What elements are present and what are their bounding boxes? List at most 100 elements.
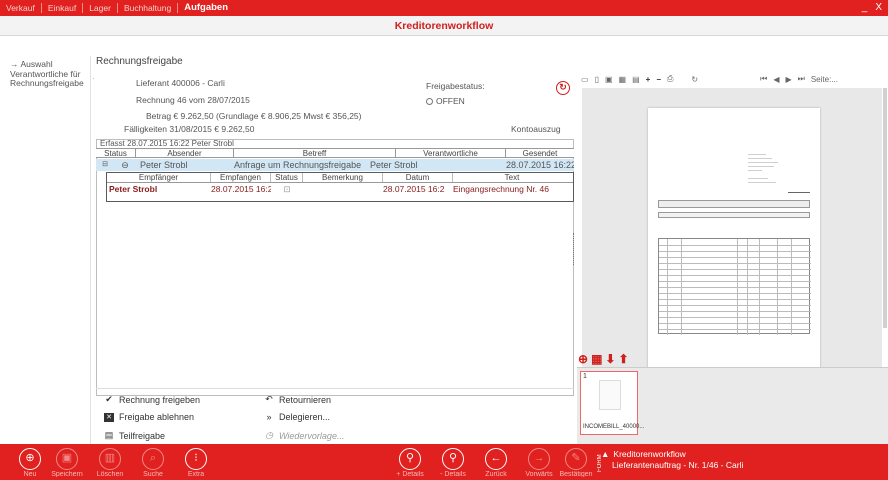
delegieren-action[interactable]: » Delegieren...	[264, 412, 330, 422]
table-row[interactable]: ⊟ ⊖ Peter Strobl Anfrage um Rechnungsfre…	[96, 159, 574, 171]
col-status[interactable]: Status	[96, 149, 136, 158]
ablehnen-action[interactable]: ✕ Freigabe ablehnen	[104, 412, 194, 422]
notification-sub-row: Lieferantenauftrag - Nr. 1/46 - Carli	[601, 460, 743, 471]
forward-icon: »	[266, 412, 272, 422]
expand-icon[interactable]: ⊟	[96, 159, 114, 171]
retournieren-label: Retournieren	[279, 394, 332, 405]
last-page-icon[interactable]: ⏭	[798, 74, 805, 84]
notification-sub: Lieferantenauftrag - Nr. 1/46 - Carli	[612, 460, 744, 470]
neu-label: Neu	[23, 471, 37, 477]
rotate-icon[interactable]: ↻	[691, 75, 698, 84]
document-table	[658, 238, 811, 335]
detail-row[interactable]: Peter Strobl 28.07.2015 16:2 ⊡ 28.07.201…	[107, 183, 573, 195]
left-nav: → Auswahl Verantwortliche für Rechnungsfr…	[0, 56, 90, 89]
bullet-dot: ·	[92, 74, 95, 83]
zoom-in-icon[interactable]: +	[646, 75, 651, 84]
suche-button[interactable]: ⌕ Suche	[133, 448, 173, 477]
triangle-up-icon: ▲	[601, 449, 610, 459]
col-bemerkung[interactable]: Bemerkung	[303, 173, 383, 182]
thumbnail-grid-icon[interactable]: ▦	[591, 352, 602, 366]
menu-einkauf[interactable]: Einkauf	[42, 3, 84, 13]
preview-scrollbar[interactable]	[883, 88, 887, 328]
freigeben-label: Rechnung freigeben	[119, 394, 201, 405]
menu-verkauf[interactable]: Verkauf	[0, 3, 42, 13]
extra-icon: ⁝	[185, 448, 207, 470]
close-button[interactable]: X	[875, 2, 882, 13]
col-betreff[interactable]: Betreff	[234, 149, 396, 158]
teilfreigabe-action[interactable]: ▤ Teilfreigabe	[104, 430, 165, 441]
zoom-out-icon[interactable]: −	[656, 75, 661, 84]
loeschen-button[interactable]: ▥ Löschen	[90, 448, 130, 477]
action-panel: ✔ Rechnung freigeben ✕ Freigabe ablehnen…	[96, 388, 574, 444]
menu-lager[interactable]: Lager	[83, 3, 118, 13]
freigeben-action[interactable]: ✔ Rechnung freigeben	[104, 394, 200, 405]
vorwaerts-label: Vorwärts	[525, 471, 553, 477]
new-icon: ⊕	[19, 448, 41, 470]
notification-title-row: ▲ Kreditorenworkflow	[601, 449, 743, 460]
speichern-button[interactable]: ▣ Speichern	[47, 448, 87, 477]
menu-aufgaben[interactable]: Aufgaben	[178, 3, 234, 13]
row-verantwortliche: Peter Strobl	[370, 160, 418, 170]
thumbnail-number: 1	[583, 373, 587, 380]
page-header: Kreditorenworkflow	[0, 16, 888, 36]
extra-button[interactable]: ⁝ Extra	[176, 448, 216, 477]
check-icon: ✔	[105, 394, 113, 404]
bestaetigen-button[interactable]: ✎ Bestätigen	[556, 448, 596, 477]
col-datum[interactable]: Datum	[383, 173, 453, 182]
zoom-plus-icon: ⚲	[399, 448, 421, 470]
arrow-right-icon: →	[10, 59, 19, 69]
page-thumbnail[interactable]: 1 INCOMEBILL_40000...	[580, 371, 644, 435]
page-icon[interactable]: ▯	[595, 75, 599, 84]
col-gesendet[interactable]: Gesendet	[506, 149, 574, 158]
refresh-icon[interactable]: ↻	[556, 81, 570, 95]
col-detail-status[interactable]: Status	[271, 173, 303, 182]
pane-splitter[interactable]	[573, 233, 575, 265]
col-verantwortliche[interactable]: Verantwortliche	[396, 149, 506, 158]
main-content: Rechnungsfreigabe · Lieferant 400006 - C…	[92, 56, 574, 444]
partial-icon: ▤	[104, 430, 114, 440]
detail-table: Empfänger Empfangen Status Bemerkung Dat…	[106, 172, 574, 202]
detail-empfangen: 28.07.2015 16:2	[211, 184, 271, 194]
copy-icon[interactable]: ▣	[605, 75, 613, 84]
first-page-icon[interactable]: ⏮	[760, 74, 767, 84]
wiedervorlage-action[interactable]: ◷ Wiedervorlage...	[264, 430, 344, 441]
print-icon[interactable]: ⎙	[667, 74, 673, 84]
page-label[interactable]: Seite:...	[811, 75, 838, 84]
nav-divider	[90, 56, 91, 444]
row-gesendet: 28.07.2015 16:22	[506, 160, 574, 170]
zurueck-button[interactable]: ← Zurück	[476, 448, 516, 477]
retournieren-action[interactable]: ↶ Retournieren	[264, 394, 331, 405]
bestaetigen-label: Bestätigen	[559, 471, 593, 477]
move-down-icon[interactable]: ⬇	[605, 352, 615, 366]
page-title: Kreditorenworkflow	[394, 20, 494, 32]
notification-panel[interactable]: ▲ Kreditorenworkflow Lieferantenauftrag …	[601, 449, 743, 471]
back-link[interactable]: → Auswahl Verantwortliche für Rechnungsfr…	[10, 59, 90, 89]
status-value: OFFEN	[436, 96, 465, 106]
plus-details-button[interactable]: ⚲ + Details	[390, 448, 430, 477]
teilfreigabe-label: Teilfreigabe	[119, 430, 166, 441]
minimize-button[interactable]: _	[862, 2, 868, 13]
vorwaerts-button[interactable]: → Vorwärts	[519, 448, 559, 477]
neu-button[interactable]: ⊕ Neu	[10, 448, 50, 477]
main-menu: Verkauf Einkauf Lager Buchhaltung Aufgab…	[0, 0, 234, 16]
col-empfaenger[interactable]: Empfänger	[107, 173, 211, 182]
grid-icon[interactable]: ▦	[619, 75, 627, 84]
status-lock-icon: ⊖	[121, 160, 129, 170]
zoom-minus-icon: ⚲	[442, 448, 464, 470]
menu-buchhaltung[interactable]: Buchhaltung	[118, 3, 179, 13]
kontoauszug-link[interactable]: Kontoauszug	[511, 124, 561, 134]
rechnung-text: Rechnung 46 vom 28/07/2015	[136, 95, 250, 105]
col-text[interactable]: Text	[453, 173, 571, 182]
prev-page-icon[interactable]: ◀	[773, 75, 779, 84]
next-page-icon[interactable]: ▶	[785, 75, 791, 84]
col-empfangen[interactable]: Empfangen	[211, 173, 271, 182]
pages-icon[interactable]: ▤	[632, 75, 640, 84]
delegieren-label: Delegieren...	[279, 412, 331, 422]
view-icon[interactable]: ▭	[581, 75, 589, 84]
erfasst-text: Erfasst 28.07.2015 16:22 Peter Strobl	[100, 139, 234, 148]
minus-details-button[interactable]: ⚲ - Details	[433, 448, 473, 477]
add-page-icon[interactable]: ⊕	[578, 352, 588, 366]
arrow-left-icon: ←	[485, 448, 507, 470]
move-up-icon[interactable]: ⬆	[618, 352, 628, 366]
col-absender[interactable]: Absender	[136, 149, 234, 158]
